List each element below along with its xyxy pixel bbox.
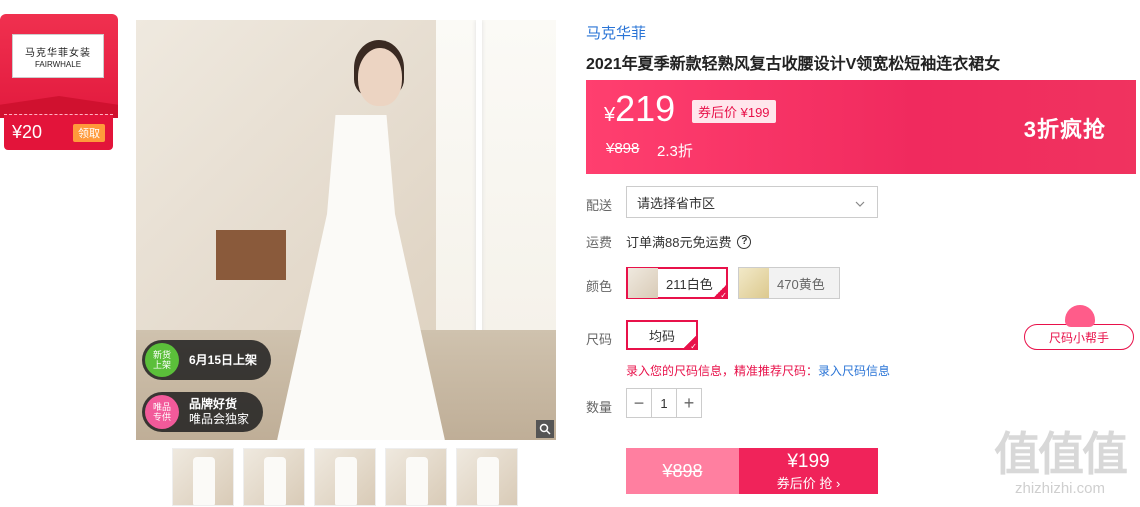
current-price: ¥219 [604, 88, 675, 130]
site-watermark: 值值值 zhizhizhi.com [990, 428, 1130, 497]
size-label: 尺码 [586, 332, 613, 347]
increase-button[interactable]: + [677, 389, 701, 417]
color-swatch-image [628, 268, 658, 298]
image-model-head [358, 48, 402, 106]
currency-symbol: ¥ [604, 104, 616, 126]
brand-logo-cn: 马克华菲女装 [25, 47, 91, 59]
buy-now-button[interactable]: ¥199 券后价 抢 › [739, 448, 878, 494]
buy-bar: ¥898 ¥199 券后价 抢 › [626, 448, 878, 494]
exclusive-line1: 品牌好货 [189, 397, 238, 411]
product-main-image[interactable]: 新货上架 6月15日上架 唯品专供 品牌好货 唯品会独家 [136, 20, 556, 440]
decrease-button[interactable]: − [627, 389, 651, 417]
color-option-label: 470黄色 [777, 276, 825, 292]
thumbnail-5[interactable] [456, 448, 518, 506]
thumbnail-2[interactable] [243, 448, 305, 506]
color-option-yellow[interactable]: 470黄色 [738, 267, 840, 299]
brand-logo: 马克华菲女装 FAIRWHALE [12, 34, 104, 78]
thumbnail-strip [172, 448, 518, 506]
exclusive-text: 品牌好货 唯品会独家 [189, 397, 249, 427]
exclusive-badge: 唯品专供 品牌好货 唯品会独家 [142, 392, 264, 432]
size-option-onesize[interactable]: 均码 [626, 320, 698, 351]
region-select[interactable]: 请选择省市区 [626, 186, 878, 218]
region-select-placeholder: 请选择省市区 [637, 195, 716, 211]
exclusive-bubble: 唯品专供 [145, 395, 179, 429]
watermark-logo: 值值值 [994, 428, 1128, 480]
quantity-label: 数量 [586, 400, 613, 415]
size-helper-label: 尺码小帮手 [1048, 330, 1109, 345]
new-arrival-bubble-text: 新货上架 [152, 350, 171, 370]
thumbnail-1[interactable] [172, 448, 234, 506]
brand-logo-en: FAIRWHALE [34, 59, 82, 69]
new-arrival-date: 6月15日上架 [189, 352, 258, 367]
discount-rate: 2.3折 [657, 143, 693, 160]
image-dress [276, 115, 446, 440]
help-icon[interactable]: ? [737, 234, 752, 249]
color-option-label: 211白色 [666, 276, 713, 292]
coupon-amount: ¥20 [12, 122, 43, 142]
shipping-info: 订单满88元免运费 ? [626, 232, 752, 251]
thumbnail-3[interactable] [314, 448, 376, 506]
chevron-down-icon [855, 195, 865, 210]
current-price-value: 219 [615, 88, 676, 129]
coupon-strip[interactable]: ¥20 领取 [4, 114, 113, 150]
original-price: ¥898 [606, 140, 640, 157]
zoom-icon[interactable] [536, 420, 554, 438]
color-swatch-image [739, 268, 769, 298]
buy-original-price: ¥898 [626, 448, 739, 494]
mascot-icon [1065, 305, 1095, 327]
quantity-value[interactable]: 1 [651, 389, 677, 417]
claim-coupon-button[interactable]: 领取 [73, 123, 105, 142]
new-arrival-bubble: 新货上架 [145, 343, 179, 377]
size-option-label: 均码 [648, 328, 675, 344]
color-option-white[interactable]: 211白色 [626, 267, 728, 300]
shipping-text: 订单满88元免运费 [626, 235, 732, 250]
brand-link[interactable]: 马克华菲 [586, 22, 646, 43]
watermark-url: zhizhizhi.com [1014, 480, 1106, 497]
price-box: ¥219 券后价 ¥199 ¥898 2.3折 3折疯抢 [586, 80, 1136, 174]
flash-deal-label: 3折疯抢 [1023, 117, 1106, 142]
buy-action-label: 券后价 抢 › [776, 475, 841, 491]
size-hint: 录入您的尺码信息，精准推荐尺码：录入尺码信息 [626, 362, 890, 379]
image-bench [216, 230, 286, 280]
exclusive-line2: 唯品会独家 [189, 412, 250, 426]
coupon-price-tag: 券后价 ¥199 [692, 100, 776, 123]
shipping-label: 运费 [586, 235, 613, 250]
selected-check-icon [713, 284, 727, 300]
buy-price: ¥199 [787, 450, 830, 472]
quantity-stepper: − 1 + [626, 388, 702, 418]
color-label: 颜色 [586, 279, 613, 294]
size-hint-text: 录入您的尺码信息，精准推荐尺码： [626, 364, 819, 378]
size-info-link[interactable]: 录入尺码信息 [818, 364, 890, 378]
brand-coupon-card[interactable]: 马克华菲女装 FAIRWHALE [0, 14, 118, 118]
thumbnail-4[interactable] [385, 448, 447, 506]
product-title: 2021年夏季新款轻熟风复古收腰设计V领宽松短袖连衣裙女 [586, 56, 1001, 73]
size-helper-button[interactable]: 尺码小帮手 [1024, 305, 1134, 350]
exclusive-bubble-text: 唯品专供 [152, 402, 171, 422]
delivery-label: 配送 [586, 198, 613, 213]
new-arrival-badge: 新货上架 6月15日上架 [142, 340, 272, 380]
selected-check-icon [683, 335, 697, 351]
